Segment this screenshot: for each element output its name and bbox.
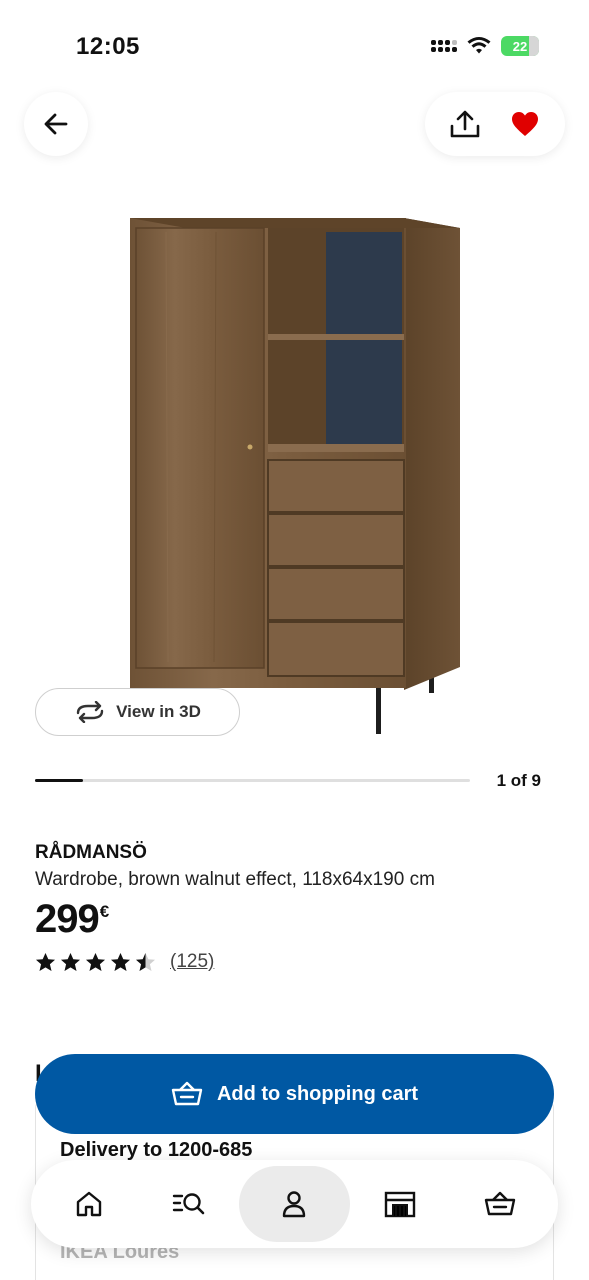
star-full-icon xyxy=(36,952,55,971)
gallery-counter: 1 of 9 xyxy=(496,771,541,790)
basket-icon xyxy=(171,1081,203,1106)
cellular-signal-icon xyxy=(431,40,457,52)
delivery-title: Delivery to 1200-685 xyxy=(60,1139,253,1161)
status-icons: 22 xyxy=(431,36,539,56)
rating-stars xyxy=(35,952,156,973)
product-rating[interactable]: (125) xyxy=(35,951,214,973)
star-full-icon xyxy=(111,952,130,971)
battery-icon: 22 xyxy=(501,36,539,56)
nav-stores[interactable] xyxy=(350,1166,450,1242)
view-in-3d-label: View in 3D xyxy=(116,702,201,721)
share-icon xyxy=(450,110,480,138)
cart-icon xyxy=(484,1191,516,1216)
star-full-icon xyxy=(86,952,105,971)
status-bar: 12:05 22 xyxy=(0,0,589,80)
nav-cart[interactable] xyxy=(450,1166,550,1242)
nav-search[interactable] xyxy=(139,1166,239,1242)
back-button[interactable] xyxy=(24,92,88,156)
star-full-icon xyxy=(61,952,80,971)
nav-home[interactable] xyxy=(39,1166,139,1242)
share-button[interactable] xyxy=(440,99,490,149)
gallery-progress-bar xyxy=(35,779,470,782)
product-name: RÅDMANSÖ xyxy=(35,842,147,863)
review-count-link[interactable]: (125) xyxy=(170,951,214,973)
product-price: 299 € xyxy=(35,897,110,942)
star-half-icon xyxy=(136,952,155,971)
heart-icon xyxy=(512,112,538,136)
profile-icon xyxy=(283,1191,306,1218)
arrow-left-icon xyxy=(44,113,68,135)
view-in-3d-button[interactable]: View in 3D xyxy=(35,688,240,736)
nav-profile[interactable] xyxy=(238,1166,351,1242)
wifi-icon xyxy=(467,37,491,54)
product-image[interactable] xyxy=(126,212,466,737)
battery-level: 22 xyxy=(512,38,528,54)
share-favorite-group xyxy=(425,92,565,156)
price-currency: € xyxy=(99,902,110,921)
home-icon xyxy=(76,1191,102,1217)
search-icon xyxy=(172,1193,204,1215)
product-description: Wardrobe, brown walnut effect, 118x64x19… xyxy=(35,869,435,890)
gallery-progress-fill xyxy=(35,779,84,782)
favorite-button[interactable] xyxy=(500,99,550,149)
status-time: 12:05 xyxy=(76,33,140,60)
add-to-cart-label: Add to shopping cart xyxy=(216,1082,419,1105)
add-to-cart-button[interactable]: Add to shopping cart xyxy=(35,1054,554,1134)
bottom-navigation xyxy=(31,1160,558,1248)
price-value: 299 xyxy=(35,897,100,941)
store-icon xyxy=(385,1191,416,1218)
rotate-3d-icon xyxy=(76,701,104,723)
